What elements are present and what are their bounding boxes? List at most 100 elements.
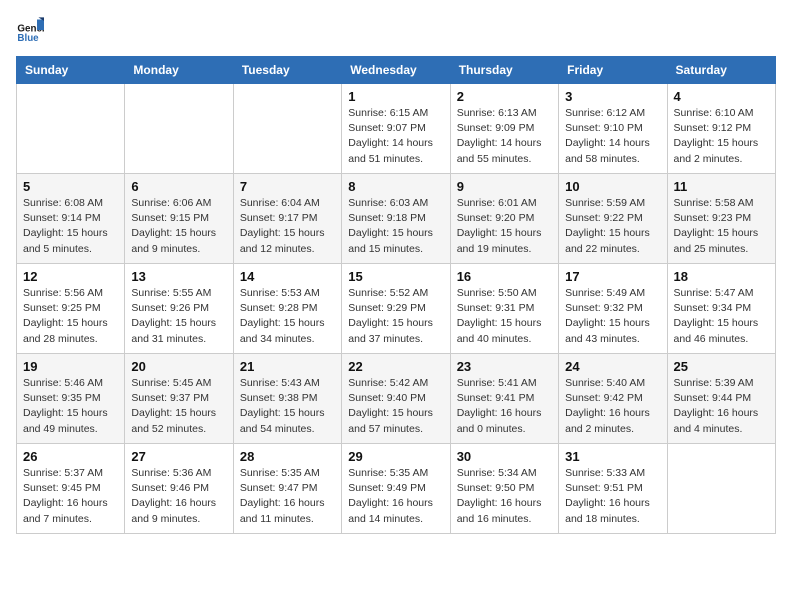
calendar-cell: 9Sunrise: 6:01 AMSunset: 9:20 PMDaylight…	[450, 174, 558, 264]
day-number: 26	[23, 449, 118, 464]
week-row-5: 26 Sunrise: 5:37 AMSunset: 9:45 PMDayligh…	[17, 444, 776, 534]
day-number: 14	[240, 269, 335, 284]
calendar-cell: 29 Sunrise: 5:35 AMSunset: 9:49 PMDayligh…	[342, 444, 450, 534]
calendar-cell: 16 Sunrise: 5:50 AMSunset: 9:31 PMDayligh…	[450, 264, 558, 354]
day-detail: Sunrise: 6:04 AMSunset: 9:17 PMDaylight:…	[240, 196, 335, 257]
calendar-cell: 22 Sunrise: 5:42 AMSunset: 9:40 PMDayligh…	[342, 354, 450, 444]
calendar-cell: 14 Sunrise: 5:53 AMSunset: 9:28 PMDayligh…	[233, 264, 341, 354]
day-detail: Sunrise: 5:42 AMSunset: 9:40 PMDaylight:…	[348, 376, 443, 437]
day-number: 3	[565, 89, 660, 104]
day-detail: Sunrise: 5:47 AMSunset: 9:34 PMDaylight:…	[674, 286, 769, 347]
weekday-header-thursday: Thursday	[450, 57, 558, 84]
day-detail: Sunrise: 5:40 AMSunset: 9:42 PMDaylight:…	[565, 376, 660, 437]
calendar-cell: 13 Sunrise: 5:55 AMSunset: 9:26 PMDayligh…	[125, 264, 233, 354]
day-detail: Sunrise: 5:43 AMSunset: 9:38 PMDaylight:…	[240, 376, 335, 437]
day-number: 12	[23, 269, 118, 284]
calendar-cell: 12 Sunrise: 5:56 AMSunset: 9:25 PMDayligh…	[17, 264, 125, 354]
calendar-cell: 7 Sunrise: 6:04 AMSunset: 9:17 PMDaylight…	[233, 174, 341, 264]
calendar-cell: 21 Sunrise: 5:43 AMSunset: 9:38 PMDayligh…	[233, 354, 341, 444]
calendar-cell: 5 Sunrise: 6:08 AMSunset: 9:14 PMDaylight…	[17, 174, 125, 264]
calendar-cell: 27Sunrise: 5:36 AMSunset: 9:46 PMDayligh…	[125, 444, 233, 534]
day-number: 24	[565, 359, 660, 374]
day-number: 13	[131, 269, 226, 284]
calendar-table: SundayMondayTuesdayWednesdayThursdayFrid…	[16, 56, 776, 534]
weekday-row: SundayMondayTuesdayWednesdayThursdayFrid…	[17, 57, 776, 84]
day-number: 11	[674, 179, 769, 194]
calendar-cell	[667, 444, 775, 534]
svg-text:Blue: Blue	[17, 33, 39, 44]
day-number: 5	[23, 179, 118, 194]
calendar-cell	[17, 84, 125, 174]
day-detail: Sunrise: 5:35 AMSunset: 9:47 PMDaylight:…	[240, 466, 335, 527]
calendar-cell: 23Sunrise: 5:41 AMSunset: 9:41 PMDayligh…	[450, 354, 558, 444]
calendar-cell: 1 Sunrise: 6:15 AMSunset: 9:07 PMDaylight…	[342, 84, 450, 174]
day-number: 16	[457, 269, 552, 284]
week-row-4: 19 Sunrise: 5:46 AMSunset: 9:35 PMDayligh…	[17, 354, 776, 444]
calendar-cell: 17 Sunrise: 5:49 AMSunset: 9:32 PMDayligh…	[559, 264, 667, 354]
day-number: 29	[348, 449, 443, 464]
weekday-header-saturday: Saturday	[667, 57, 775, 84]
weekday-header-sunday: Sunday	[17, 57, 125, 84]
day-detail: Sunrise: 5:33 AMSunset: 9:51 PMDaylight:…	[565, 466, 660, 527]
day-number: 19	[23, 359, 118, 374]
day-number: 22	[348, 359, 443, 374]
calendar-cell: 20Sunrise: 5:45 AMSunset: 9:37 PMDayligh…	[125, 354, 233, 444]
day-number: 6	[131, 179, 226, 194]
calendar-cell: 18 Sunrise: 5:47 AMSunset: 9:34 PMDayligh…	[667, 264, 775, 354]
logo-icon: General Blue	[16, 16, 44, 44]
day-number: 31	[565, 449, 660, 464]
calendar-cell	[233, 84, 341, 174]
day-number: 1	[348, 89, 443, 104]
day-number: 4	[674, 89, 769, 104]
day-detail: Sunrise: 5:39 AMSunset: 9:44 PMDaylight:…	[674, 376, 769, 437]
week-row-1: 1 Sunrise: 6:15 AMSunset: 9:07 PMDaylight…	[17, 84, 776, 174]
day-number: 9	[457, 179, 552, 194]
calendar-body: 1 Sunrise: 6:15 AMSunset: 9:07 PMDaylight…	[17, 84, 776, 534]
day-detail: Sunrise: 5:55 AMSunset: 9:26 PMDaylight:…	[131, 286, 226, 347]
day-number: 7	[240, 179, 335, 194]
weekday-header-wednesday: Wednesday	[342, 57, 450, 84]
day-detail: Sunrise: 5:34 AMSunset: 9:50 PMDaylight:…	[457, 466, 552, 527]
day-detail: Sunrise: 5:52 AMSunset: 9:29 PMDaylight:…	[348, 286, 443, 347]
day-number: 23	[457, 359, 552, 374]
day-detail: Sunrise: 6:12 AMSunset: 9:10 PMDaylight:…	[565, 106, 660, 167]
day-detail: Sunrise: 6:13 AMSunset: 9:09 PMDaylight:…	[457, 106, 552, 167]
calendar-cell: 24 Sunrise: 5:40 AMSunset: 9:42 PMDayligh…	[559, 354, 667, 444]
day-detail: Sunrise: 6:08 AMSunset: 9:14 PMDaylight:…	[23, 196, 118, 257]
day-detail: Sunrise: 5:58 AMSunset: 9:23 PMDaylight:…	[674, 196, 769, 257]
day-number: 20	[131, 359, 226, 374]
day-number: 10	[565, 179, 660, 194]
day-number: 15	[348, 269, 443, 284]
week-row-3: 12 Sunrise: 5:56 AMSunset: 9:25 PMDayligh…	[17, 264, 776, 354]
day-detail: Sunrise: 5:49 AMSunset: 9:32 PMDaylight:…	[565, 286, 660, 347]
day-detail: Sunrise: 6:15 AMSunset: 9:07 PMDaylight:…	[348, 106, 443, 167]
day-detail: Sunrise: 5:35 AMSunset: 9:49 PMDaylight:…	[348, 466, 443, 527]
calendar-cell: 15 Sunrise: 5:52 AMSunset: 9:29 PMDayligh…	[342, 264, 450, 354]
weekday-header-monday: Monday	[125, 57, 233, 84]
day-detail: Sunrise: 5:46 AMSunset: 9:35 PMDaylight:…	[23, 376, 118, 437]
page-header: General Blue	[16, 16, 776, 44]
calendar-cell: 19 Sunrise: 5:46 AMSunset: 9:35 PMDayligh…	[17, 354, 125, 444]
calendar-cell	[125, 84, 233, 174]
day-number: 30	[457, 449, 552, 464]
day-number: 17	[565, 269, 660, 284]
calendar-cell: 3 Sunrise: 6:12 AMSunset: 9:10 PMDaylight…	[559, 84, 667, 174]
day-detail: Sunrise: 5:36 AMSunset: 9:46 PMDaylight:…	[131, 466, 226, 527]
day-number: 25	[674, 359, 769, 374]
day-detail: Sunrise: 5:53 AMSunset: 9:28 PMDaylight:…	[240, 286, 335, 347]
weekday-header-friday: Friday	[559, 57, 667, 84]
day-detail: Sunrise: 6:06 AMSunset: 9:15 PMDaylight:…	[131, 196, 226, 257]
calendar-cell: 8Sunrise: 6:03 AMSunset: 9:18 PMDaylight…	[342, 174, 450, 264]
day-detail: Sunrise: 5:37 AMSunset: 9:45 PMDaylight:…	[23, 466, 118, 527]
calendar-cell: 28Sunrise: 5:35 AMSunset: 9:47 PMDayligh…	[233, 444, 341, 534]
day-number: 21	[240, 359, 335, 374]
day-detail: Sunrise: 5:50 AMSunset: 9:31 PMDaylight:…	[457, 286, 552, 347]
day-detail: Sunrise: 5:56 AMSunset: 9:25 PMDaylight:…	[23, 286, 118, 347]
calendar-cell: 6 Sunrise: 6:06 AMSunset: 9:15 PMDaylight…	[125, 174, 233, 264]
day-number: 18	[674, 269, 769, 284]
day-number: 2	[457, 89, 552, 104]
day-detail: Sunrise: 6:10 AMSunset: 9:12 PMDaylight:…	[674, 106, 769, 167]
weekday-header-tuesday: Tuesday	[233, 57, 341, 84]
week-row-2: 5 Sunrise: 6:08 AMSunset: 9:14 PMDaylight…	[17, 174, 776, 264]
calendar-cell: 30 Sunrise: 5:34 AMSunset: 9:50 PMDayligh…	[450, 444, 558, 534]
